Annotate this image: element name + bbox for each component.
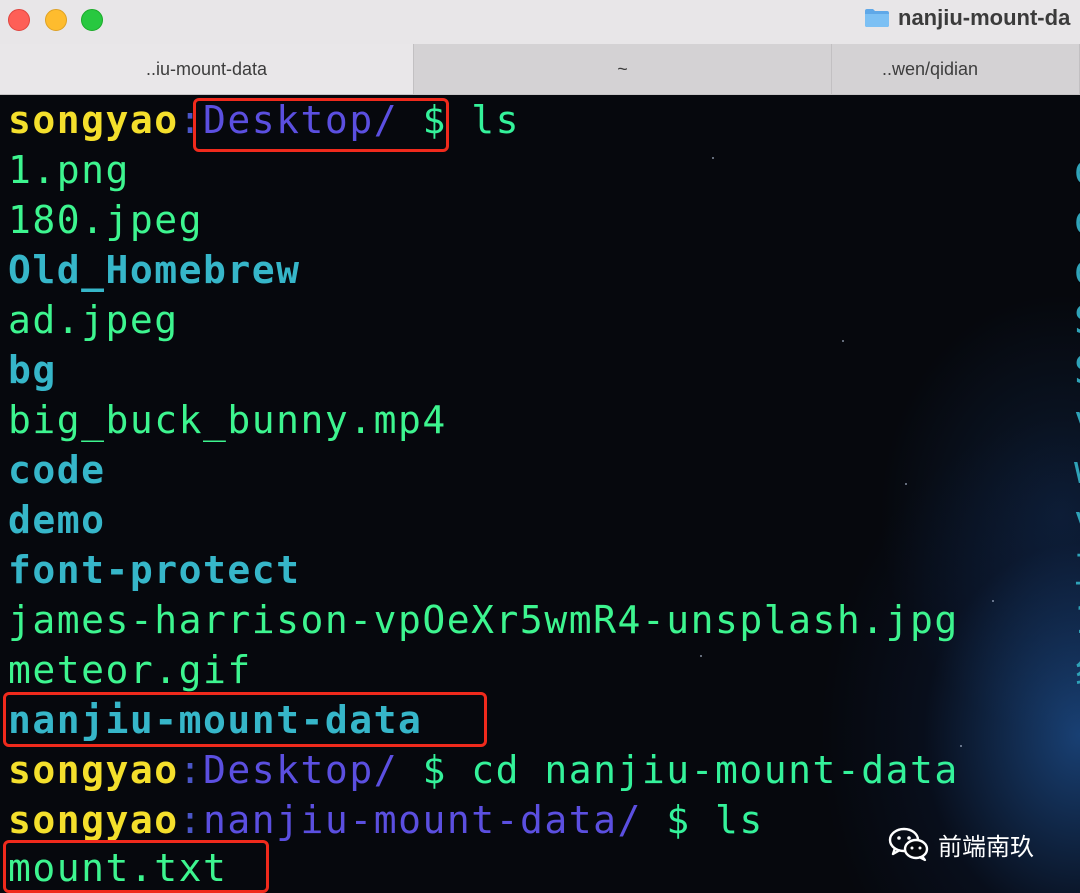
- highlight-box-mount-txt: [3, 840, 269, 893]
- star-decoration: [905, 483, 907, 485]
- zoom-window-button[interactable]: [81, 9, 103, 31]
- star-decoration: [960, 745, 962, 747]
- prompt-colon: :: [178, 798, 204, 842]
- tab-home[interactable]: ~: [414, 44, 832, 94]
- folder-icon: [865, 9, 889, 27]
- window-title: nanjiu-mount-da: [864, 5, 1070, 31]
- ls-entry: code: [8, 448, 106, 492]
- ls-entry: big_buck_bunny.mp4: [8, 398, 447, 442]
- prompt-line-3: songyao:nanjiu-mount-data/ $ ls: [8, 795, 764, 845]
- ls-entry: james-harrison-vpOeXr5wmR4-unsplash.jpg: [8, 598, 959, 642]
- terminal-output[interactable]: songyao:Desktop/ $ ls 1.png 180.jpeg Old…: [0, 95, 1080, 893]
- ls-second-column-edge: d: [1074, 145, 1080, 195]
- prompt-dollar: $: [666, 798, 691, 842]
- watermark-text: 前端南玖: [938, 832, 1034, 861]
- wechat-icon: [888, 827, 929, 862]
- ls-second-column-edge: d: [1074, 195, 1080, 245]
- prompt-colon: :: [178, 748, 204, 792]
- prompt-directory: nanjiu-mount-data/: [203, 798, 642, 842]
- prompt-user: songyao: [8, 798, 179, 842]
- ls-second-column-edge: 纟: [1074, 645, 1080, 695]
- prompt-dollar: $: [422, 748, 447, 792]
- ls-second-column-edge: 1: [1074, 595, 1080, 645]
- ls-second-column-edge: v: [1074, 395, 1080, 445]
- highlight-box-mount-folder: [3, 692, 487, 747]
- tab-mount-data[interactable]: ..iu-mount-data: [0, 44, 414, 94]
- star-decoration: [992, 600, 994, 602]
- ls-second-column-edge: S: [1074, 295, 1080, 345]
- ls-second-column-edge: 正: [1074, 545, 1080, 595]
- ls-second-column-edge: v: [1074, 495, 1080, 545]
- prompt-command: ls: [471, 98, 521, 142]
- prompt-user: songyao: [8, 748, 179, 792]
- ls-entry: meteor.gif: [8, 648, 252, 692]
- ls-entry: demo: [8, 498, 106, 542]
- ls-entry: Old_Homebrew: [8, 248, 301, 292]
- ls-entry: 1.png: [8, 148, 130, 192]
- watermark: 前端南玖: [888, 826, 1034, 862]
- prompt-user: songyao: [8, 98, 179, 142]
- ls-second-column-edge: w: [1074, 445, 1080, 495]
- star-decoration: [842, 340, 844, 342]
- ls-entry: 180.jpeg: [8, 198, 204, 242]
- prompt-directory: Desktop/: [203, 748, 399, 792]
- close-window-button[interactable]: [8, 9, 30, 31]
- prompt-command: cd nanjiu-mount-data: [471, 748, 959, 792]
- tab-qidian[interactable]: ..wen/qidian: [832, 44, 1080, 94]
- highlight-box-desktop: [193, 98, 449, 152]
- tab-bar: ..iu-mount-data ~ ..wen/qidian: [0, 44, 1080, 95]
- star-decoration: [712, 157, 714, 159]
- minimize-window-button[interactable]: [45, 9, 67, 31]
- star-decoration: [700, 655, 702, 657]
- ls-second-column-edge: S: [1074, 345, 1080, 395]
- prompt-command: ls: [715, 798, 764, 842]
- ls-entry: font-protect: [8, 548, 301, 592]
- window-title-text: nanjiu-mount-da: [898, 5, 1071, 30]
- ls-entry: bg: [8, 348, 57, 392]
- ls-second-column-edge: d: [1074, 245, 1080, 295]
- ls-entry: ad.jpeg: [8, 298, 179, 342]
- prompt-line-2: songyao:Desktop/ $ cd nanjiu-mount-data: [8, 745, 959, 795]
- window-title-bar: nanjiu-mount-da: [0, 0, 1080, 45]
